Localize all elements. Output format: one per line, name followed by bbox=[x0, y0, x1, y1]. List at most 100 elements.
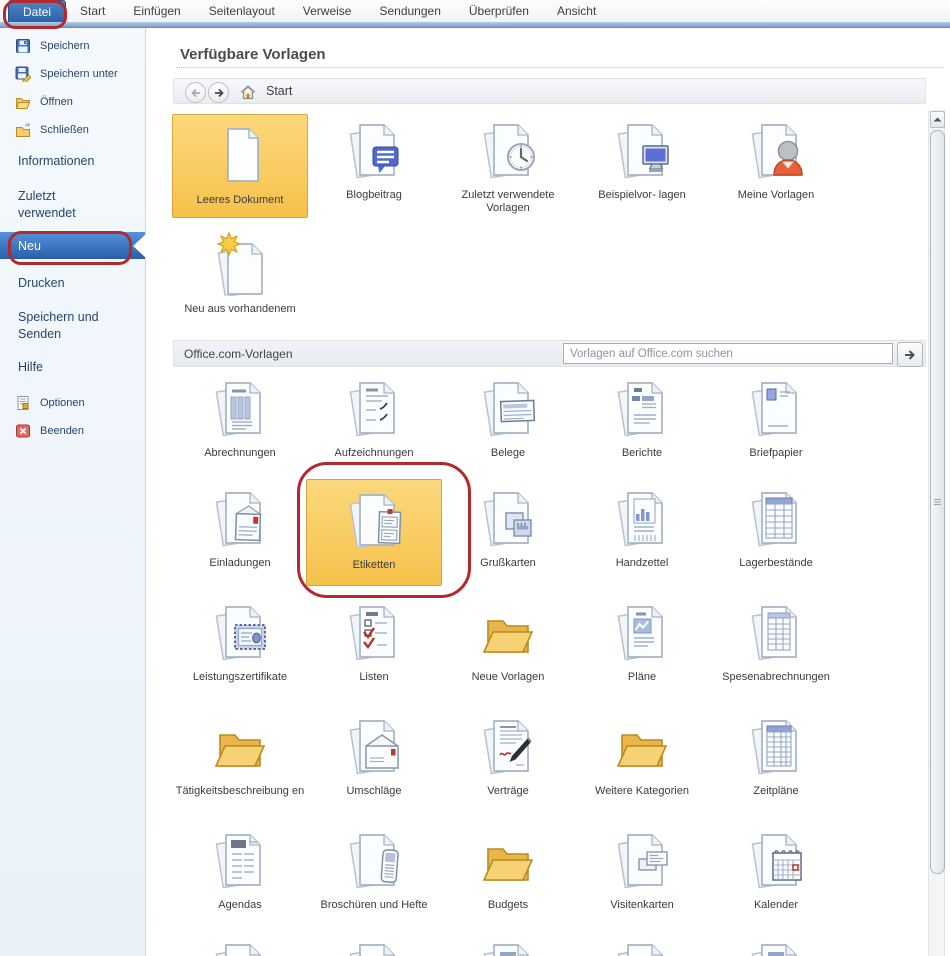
certificate-icon bbox=[208, 600, 272, 664]
sidebar-item-informationen[interactable]: Informationen bbox=[18, 153, 94, 170]
new-from-existing-icon bbox=[208, 232, 272, 296]
template-vertraege[interactable]: Verträge bbox=[440, 714, 576, 799]
sidebar-item-schliessen[interactable]: Schließen bbox=[15, 120, 89, 140]
template-leistungszertifikate[interactable]: Leistungszertifikate bbox=[172, 600, 308, 685]
tab-ueberpruefen[interactable]: Überprüfen bbox=[455, 0, 543, 22]
folder-icon bbox=[610, 714, 674, 778]
template-partial[interactable] bbox=[708, 938, 844, 956]
search-go-button[interactable] bbox=[897, 342, 923, 367]
home-button[interactable] bbox=[238, 82, 257, 101]
template-aufzeichnungen[interactable]: Aufzeichnungen bbox=[306, 376, 442, 461]
sidebar-item-zuletzt-verwendet[interactable]: Zuletzt verwendet bbox=[18, 188, 96, 222]
template-label: Weitere Kategorien bbox=[595, 785, 689, 798]
back-button[interactable] bbox=[185, 82, 206, 103]
template-label: Einladungen bbox=[209, 557, 270, 570]
template-briefpapier[interactable]: Briefpapier bbox=[708, 376, 844, 461]
template-label: Lagerbestände bbox=[739, 557, 812, 570]
sidebar-item-neu[interactable]: Neu bbox=[0, 232, 145, 259]
sidebar-item-hilfe[interactable]: Hilfe bbox=[18, 359, 43, 376]
tab-datei[interactable]: Datei bbox=[8, 0, 66, 22]
template-partial[interactable] bbox=[172, 938, 308, 956]
template-label: Beispielvor- lagen bbox=[598, 189, 685, 202]
vertical-scrollbar[interactable] bbox=[928, 110, 945, 956]
scrollbar-thumb[interactable] bbox=[930, 130, 945, 874]
template-nav-bar: Start bbox=[173, 78, 926, 104]
template-leeres-dokument[interactable]: Leeres Dokument bbox=[172, 114, 308, 218]
back-arrow-icon bbox=[189, 86, 203, 100]
template-plaene[interactable]: Pläne bbox=[574, 600, 710, 685]
template-einladungen[interactable]: Einladungen bbox=[172, 486, 308, 571]
sidebar-item-drucken[interactable]: Drucken bbox=[18, 275, 65, 292]
tab-verweise[interactable]: Verweise bbox=[289, 0, 366, 22]
template-abrechnungen[interactable]: Abrechnungen bbox=[172, 376, 308, 461]
template-weitere-kategorien[interactable]: Weitere Kategorien bbox=[574, 714, 710, 799]
blog-post-icon bbox=[342, 118, 406, 182]
forward-button[interactable] bbox=[208, 82, 229, 103]
notes-icon bbox=[342, 376, 406, 440]
template-zuletzt-verwendete-vorlagen[interactable]: Zuletzt verwendete Vorlagen bbox=[440, 118, 576, 216]
template-grusskarten[interactable]: Grußkarten bbox=[440, 486, 576, 571]
template-label: Neu aus vorhandenem bbox=[184, 303, 295, 316]
template-berichte[interactable]: Berichte bbox=[574, 376, 710, 461]
template-partial[interactable] bbox=[440, 938, 576, 956]
template-handzettel[interactable]: Handzettel bbox=[574, 486, 710, 571]
template-beispielvorlagen[interactable]: Beispielvor- lagen bbox=[574, 118, 710, 203]
sidebar-item-speichern-und-senden[interactable]: Speichern und Senden bbox=[18, 309, 128, 343]
template-visitenkarten[interactable]: Visitenkarten bbox=[574, 828, 710, 913]
open-folder-icon bbox=[15, 94, 31, 110]
template-kalender[interactable]: Kalender bbox=[708, 828, 844, 913]
sidebar-item-label: Schließen bbox=[40, 124, 89, 136]
template-belege[interactable]: Belege bbox=[440, 376, 576, 461]
template-agendas[interactable]: Agendas bbox=[172, 828, 308, 913]
agenda-icon bbox=[208, 828, 272, 892]
scroll-up-button[interactable] bbox=[930, 111, 945, 128]
template-etiketten[interactable]: Etiketten bbox=[306, 479, 442, 586]
template-partial[interactable] bbox=[306, 938, 442, 956]
office-search-input[interactable] bbox=[563, 343, 893, 364]
template-neu-aus-vorhandenem[interactable]: Neu aus vorhandenem bbox=[172, 232, 308, 317]
tab-start[interactable]: Start bbox=[66, 0, 119, 22]
template-partial[interactable] bbox=[574, 938, 710, 956]
breadcrumb: Start bbox=[266, 79, 292, 103]
save-icon bbox=[15, 38, 31, 54]
template-lagerbestaende[interactable]: Lagerbestände bbox=[708, 486, 844, 571]
ribbon-tab-bar: Datei Start Einfügen Seitenlayout Verwei… bbox=[0, 0, 950, 22]
template-label: Grußkarten bbox=[480, 557, 536, 570]
sidebar-item-speichern[interactable]: Speichern bbox=[15, 36, 90, 56]
template-umschlaege[interactable]: Umschläge bbox=[306, 714, 442, 799]
template-label: Umschläge bbox=[346, 785, 401, 798]
document-icon bbox=[342, 938, 406, 956]
tab-ansicht[interactable]: Ansicht bbox=[543, 0, 610, 22]
sidebar-item-speichern-unter[interactable]: Speichern unter bbox=[15, 64, 118, 84]
template-blogbeitrag[interactable]: Blogbeitrag bbox=[306, 118, 442, 203]
template-taetigkeitsbeschreibungen[interactable]: Tätigkeitsbeschreibung en bbox=[172, 714, 308, 799]
checklist-icon bbox=[342, 600, 406, 664]
sidebar-item-oeffnen[interactable]: Öffnen bbox=[15, 92, 73, 112]
template-label: Belege bbox=[491, 447, 525, 460]
template-broschueren-und-hefte[interactable]: Broschüren und Hefte bbox=[306, 828, 442, 913]
tab-sendungen[interactable]: Sendungen bbox=[365, 0, 454, 22]
document-icon bbox=[744, 938, 808, 956]
template-label: Briefpapier bbox=[749, 447, 802, 460]
template-spesenabrechnungen[interactable]: Spesenabrechnungen bbox=[708, 600, 844, 685]
folder-icon bbox=[476, 828, 540, 892]
template-zeitplaene[interactable]: Zeitpläne bbox=[708, 714, 844, 799]
sidebar-item-label: Öffnen bbox=[40, 96, 73, 108]
template-label: Blogbeitrag bbox=[346, 189, 402, 202]
template-listen[interactable]: Listen bbox=[306, 600, 442, 685]
sample-templates-icon bbox=[610, 118, 674, 182]
sidebar-item-optionen[interactable]: Optionen bbox=[15, 393, 85, 413]
tab-einfuegen[interactable]: Einfügen bbox=[119, 0, 194, 22]
folder-icon bbox=[476, 600, 540, 664]
business-cards-icon bbox=[610, 828, 674, 892]
template-label: Budgets bbox=[488, 899, 528, 912]
template-neue-vorlagen[interactable]: Neue Vorlagen bbox=[440, 600, 576, 685]
template-budgets[interactable]: Budgets bbox=[440, 828, 576, 913]
sidebar-item-beenden[interactable]: Beenden bbox=[15, 421, 84, 441]
tab-seitenlayout[interactable]: Seitenlayout bbox=[195, 0, 289, 22]
template-meine-vorlagen[interactable]: Meine Vorlagen bbox=[708, 118, 844, 203]
template-label: Leeres Dokument bbox=[197, 194, 284, 207]
sidebar-item-label: Speichern unter bbox=[40, 68, 118, 80]
page-title: Verfügbare Vorlagen bbox=[180, 46, 326, 63]
template-label: Kalender bbox=[754, 899, 798, 912]
